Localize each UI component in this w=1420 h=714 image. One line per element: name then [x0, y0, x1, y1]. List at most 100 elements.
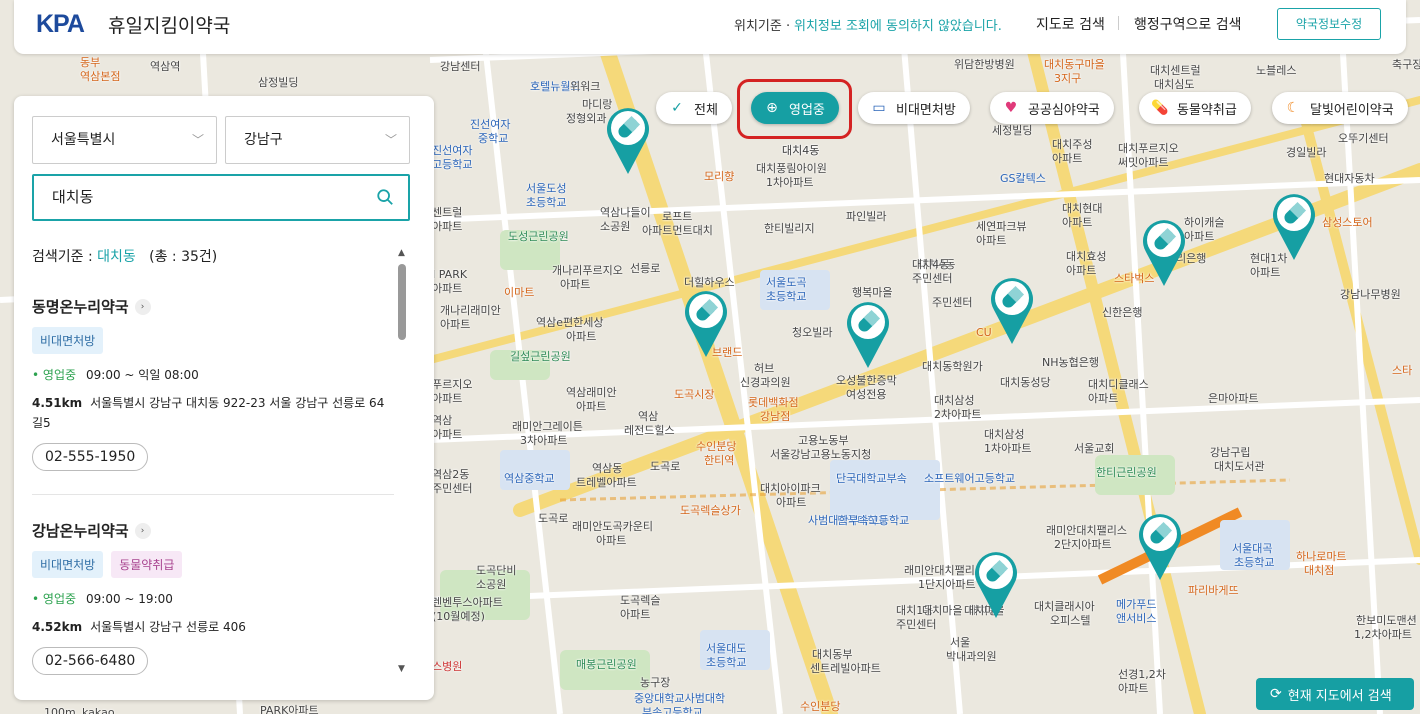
map-search-link[interactable]: 지도로 검색 [1036, 14, 1105, 34]
search-input-value: 대치동 [52, 188, 94, 206]
map-label: 대치디클래스 [1088, 378, 1149, 391]
map-label: 푸르지오 [432, 378, 473, 391]
map-label: 서울대곡 [1232, 542, 1273, 555]
filter-all-chip[interactable]: ✓ 전체 [656, 92, 732, 124]
map-label: 도곡로 [538, 512, 569, 525]
map-label: 초등학교 [766, 290, 807, 303]
refresh-icon: ⟳ [1270, 686, 1282, 702]
map-label: 아파트 [432, 428, 463, 441]
map-label: 역삼2동 [432, 468, 470, 481]
map-label: 부속고등학교 [642, 706, 703, 714]
sidebar-panel: 서울특별시 ﹀ 강남구 ﹀ 대치동 검색기준 : 대치동 (총 : 35건) ▲… [14, 96, 434, 700]
map-label: (10월예정) [432, 610, 485, 623]
map-label: 진선여자 [432, 144, 473, 157]
pharmacy-marker[interactable] [972, 550, 1020, 620]
map-label: GS칼텍스 [1000, 172, 1046, 185]
map-label: 개나리푸르지오 [552, 264, 623, 277]
map-label: 오성불한증막 [836, 374, 897, 387]
moon-icon: ☾ [1286, 100, 1300, 116]
filter-remote-chip[interactable]: ▭ 비대면처방 [858, 92, 970, 124]
scrollbar-thumb[interactable] [398, 264, 406, 340]
map-label: 대치동학원가 [922, 360, 983, 373]
map-label: 노블레스 [1256, 64, 1297, 77]
map-label: 강남센터 [440, 60, 481, 73]
map-label: 고등학교 [432, 158, 473, 171]
map-label: 신경과의원 [740, 376, 791, 389]
map-label: 도곡렉슬 [620, 594, 661, 607]
map-label: 아파트 [596, 534, 627, 547]
map-label: 중학교 [478, 132, 509, 145]
district-select-value: 강남구 [244, 132, 283, 148]
map-label: 대치심도 [1154, 78, 1195, 91]
pharmacy-marker[interactable] [1136, 512, 1184, 582]
pill-marker-icon [1273, 194, 1315, 260]
pharmacy-marker[interactable] [1140, 218, 1188, 288]
map-label: 초등학교 [706, 656, 747, 669]
map-label: 아파트 [560, 278, 591, 291]
map-label: 세정빌딩 [992, 124, 1033, 137]
district-select[interactable]: 강남구 ﹀ [225, 116, 410, 164]
map-label: 소프트웨어고등학교 [924, 472, 1016, 485]
region-search-link[interactable]: 행정구역으로 검색 [1134, 14, 1242, 34]
map-label: 메가푸드 [1116, 598, 1157, 611]
map-label: 아파트 [566, 330, 597, 343]
search-input[interactable]: 대치동 [32, 174, 410, 221]
pharmacy-marker[interactable] [988, 276, 1036, 346]
map-label: 대치4동 [912, 258, 950, 271]
map-label: 역삼나들이 [600, 206, 651, 219]
search-current-map-button[interactable]: ⟳ 현재 지도에서 검색 [1256, 678, 1414, 710]
map-label: 역삼래미안 [566, 386, 617, 399]
pharmacy-name[interactable]: 동명온누리약국 › [32, 296, 394, 317]
filter-animal-chip[interactable]: 💊 동물약취급 [1139, 92, 1251, 124]
map-label: 대치효성 [1066, 250, 1107, 263]
edit-pharmacy-info-button[interactable]: 약국정보수정 [1277, 8, 1381, 40]
filter-night-chip[interactable]: ♥ 공공심야약국 [990, 92, 1114, 124]
scroll-down-arrow[interactable]: ▼ [398, 664, 405, 674]
chip-label: 동물약취급 [1177, 102, 1237, 118]
map-label: 대치4동 [782, 144, 820, 157]
map-label: 강남점 [760, 410, 791, 423]
map-label: 래미안대치팰리스 [1046, 524, 1127, 537]
city-select[interactable]: 서울특별시 ﹀ [32, 116, 217, 164]
phone-button[interactable]: 02-555-1950 [32, 443, 149, 471]
map-label: 대치풍림아이원 [756, 162, 827, 175]
pill-marker-icon [847, 302, 889, 368]
map-label: 아파트 [1062, 216, 1093, 229]
pill-marker-icon [1139, 514, 1181, 580]
pharmacy-list-item[interactable]: 동명온누리약국 › 비대면처방 • 영업중 09:00 ~ 익일 08:00 4.5… [32, 296, 394, 471]
location-status[interactable]: 위치정보 조회에 동의하지 않았습니다. [794, 15, 1002, 34]
highlight-annotation [737, 79, 852, 139]
map-label: 아파트 [1184, 230, 1215, 243]
chip-label: 비대면처방 [896, 102, 956, 118]
map-label: 아파트먼트대치 [642, 224, 713, 237]
map-label: 오피스텔 [1050, 614, 1091, 627]
map-label: NH농협은행 [1042, 356, 1099, 369]
pharmacy-marker[interactable] [682, 289, 730, 359]
phone-button[interactable]: 02-566-6480 [32, 647, 149, 675]
map-label: 아파트 [576, 400, 607, 413]
map-label: 서울강남고용노동지청 [770, 448, 872, 461]
map-label: 역삼중학교 [504, 472, 555, 485]
result-total: (총 : 35건) [149, 249, 218, 265]
map-label: 대치동성당 [1000, 376, 1051, 389]
map-label: 강남구립 [1210, 446, 1251, 459]
map-label: 모리향 [704, 170, 735, 183]
pharmacy-list-item[interactable]: 강남온누리약국 › 비대면처방 동물약취급 • 영업중 09:00 ~ 19:00 … [32, 520, 394, 675]
location-label: 위치기준 · [734, 19, 791, 34]
map-label: 도곡로 [650, 460, 681, 473]
map-label: 스병원 [432, 660, 463, 673]
map-label: 박내과의원 [946, 650, 997, 663]
pharmacy-marker[interactable] [1270, 192, 1318, 262]
map-label: 센트럴 [432, 206, 463, 219]
map-label: 강남나무병원 [1340, 288, 1401, 301]
pharmacy-marker[interactable] [844, 300, 892, 370]
map-label: 개나리래미안 [440, 304, 501, 317]
map-label: 역삼동 [592, 462, 623, 475]
pharmacy-marker[interactable] [604, 106, 652, 176]
scroll-up-arrow[interactable]: ▲ [398, 248, 405, 258]
search-icon[interactable] [376, 188, 394, 206]
kpa-logo[interactable]: KPA [36, 10, 85, 39]
pharmacy-name[interactable]: 강남온누리약국 › [32, 520, 394, 541]
pharmacy-address: 4.52km 서울특별시 강남구 선릉로 406 [32, 620, 246, 634]
filter-child-chip[interactable]: ☾ 달빛어린이약국 [1272, 92, 1408, 124]
